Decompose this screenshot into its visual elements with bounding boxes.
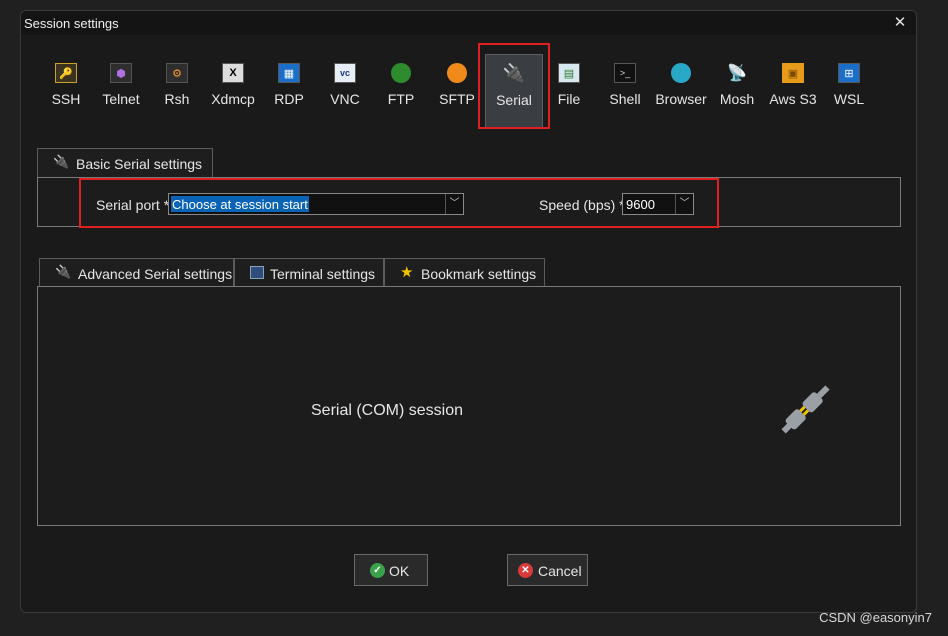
chevron-down-icon: ﹀	[445, 194, 463, 214]
tool-sftp[interactable]: SFTP	[429, 51, 485, 131]
cancel-x-icon: ✕	[518, 563, 533, 578]
telnet-icon: ⬢	[110, 63, 132, 83]
session-type-toolbar: 🔑 SSH ⬢ Telnet ⚙ Rsh X Xdmcp ▦ RDP vc VN…	[21, 51, 916, 131]
close-button[interactable]: ✕	[892, 15, 908, 31]
session-content-panel: Serial (COM) session	[37, 286, 901, 526]
basic-settings-panel: Serial port * Choose at session start ﹀ …	[37, 177, 901, 227]
speed-value: 9600	[626, 197, 655, 212]
check-icon: ✓	[370, 563, 385, 578]
tab-advanced-serial-settings[interactable]: 🔌 Advanced Serial settings	[39, 258, 234, 287]
speed-select[interactable]: 9600 ﹀	[622, 193, 694, 215]
aws-s3-icon: ▣	[782, 63, 804, 83]
terminal-settings-icon	[250, 266, 264, 279]
shell-terminal-icon: >_	[614, 63, 636, 83]
rsh-icon: ⚙	[166, 63, 188, 83]
serial-plug-icon: 🔌	[502, 62, 526, 83]
plug-icon: 🔌	[53, 154, 70, 169]
tool-wsl[interactable]: ⊞ WSL	[821, 51, 877, 131]
ok-label: OK	[389, 563, 410, 579]
sftp-globe-icon	[447, 63, 467, 83]
speed-label: Speed (bps) *	[539, 197, 625, 213]
star-icon: ★	[400, 264, 414, 281]
rdp-icon: ▦	[278, 63, 300, 83]
session-settings-dialog: Session settings ✕ 🔑 SSH ⬢ Telnet ⚙ Rsh …	[20, 10, 917, 613]
tab-basic-serial-settings[interactable]: 🔌 Basic Serial settings	[37, 148, 213, 177]
dialog-title: Session settings	[24, 16, 119, 31]
browser-globe-icon	[671, 63, 691, 83]
file-icon: ▤	[558, 63, 580, 83]
tool-label: WSL	[833, 91, 865, 107]
cancel-label: Cancel	[538, 563, 582, 579]
chevron-down-icon: ﹀	[675, 194, 693, 214]
serial-port-select[interactable]: Choose at session start ﹀	[168, 193, 464, 215]
xdmcp-icon: X	[222, 63, 244, 83]
tab-bookmark-settings[interactable]: ★ Bookmark settings	[384, 258, 545, 287]
tab-label: Terminal settings	[270, 266, 376, 282]
serial-plug-icon	[781, 385, 830, 434]
tab-terminal-settings[interactable]: Terminal settings	[234, 258, 384, 287]
ftp-globe-icon	[391, 63, 411, 83]
serial-port-value: Choose at session start	[171, 196, 309, 212]
tab-label: Basic Serial settings	[76, 156, 203, 172]
watermark: CSDN @easonyin7	[819, 610, 932, 625]
ok-button[interactable]: ✓ OK	[354, 554, 428, 586]
plug-icon: 🔌	[55, 264, 72, 279]
ssh-key-icon: 🔑	[55, 63, 77, 83]
cancel-button[interactable]: ✕ Cancel	[507, 554, 588, 586]
session-description: Serial (COM) session	[311, 402, 464, 419]
title-bar: Session settings ✕	[21, 11, 916, 35]
wsl-windows-icon: ⊞	[838, 63, 860, 83]
vnc-icon: vc	[334, 63, 356, 83]
serial-port-label: Serial port *	[96, 197, 170, 213]
tab-label: Bookmark settings	[421, 266, 537, 282]
tab-label: Advanced Serial settings	[78, 266, 233, 282]
mosh-satellite-icon: 📡	[727, 65, 747, 82]
